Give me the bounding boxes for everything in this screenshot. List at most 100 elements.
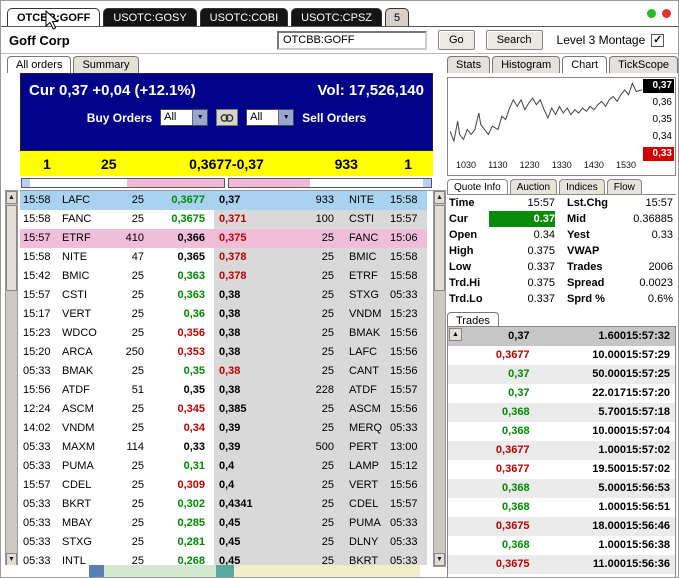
buy-orders-filter[interactable]: All ▼: [160, 109, 209, 126]
order-row[interactable]: 05:33 BMAK 25 0,35 0,38 25 CANT 15:56: [20, 362, 433, 381]
tab-tickscope[interactable]: TickScope: [609, 56, 678, 73]
order-row[interactable]: 15:58 FANC 25 0,3675 0,371 100 CSTI 15:57: [20, 210, 433, 229]
bid-size: 25: [131, 403, 144, 415]
order-row[interactable]: 15:20 ARCA 250 0,353 0,38 25 LAFC 15:56: [20, 343, 433, 362]
ask-count: 1: [404, 155, 413, 172]
symbol-tab-usotc-gosy[interactable]: USOTC:GOSY: [103, 8, 197, 26]
trade-time: 15:57:02: [625, 463, 670, 475]
order-row[interactable]: 15:57 CSTI 25 0,363 0,38 25 STXG 05:33: [20, 286, 433, 305]
scroll-down-icon[interactable]: ▼: [434, 553, 445, 566]
level1-bar: 1 25 0,3677-0,37 933 1: [20, 151, 433, 176]
scrollbar-thumb[interactable]: [434, 205, 445, 291]
bid-mm: FANC: [62, 213, 92, 225]
trades-scroll-up-icon[interactable]: ▲: [449, 328, 462, 341]
order-row[interactable]: 05:33 BKRT 25 0,302 0,4341 25 CDEL 15:57: [20, 495, 433, 514]
order-book: 15:58 LAFC 25 0,3677 0,37 933 NITE 15:58 15:58 FA…: [20, 190, 433, 567]
y-tick-label: 0,34: [652, 131, 672, 142]
scroll-up-icon[interactable]: ▲: [6, 191, 17, 204]
tab-chart[interactable]: Chart: [562, 56, 608, 73]
left-panel-tabs: All orders Summary: [7, 56, 139, 73]
chevron-down-icon[interactable]: ▼: [278, 110, 294, 125]
bid-ask-range: 0,3677-0,37: [189, 155, 264, 172]
trade-row[interactable]: 0,3677 1.000 15:57:02: [448, 441, 675, 460]
quote-value: 0.337: [527, 261, 555, 273]
symbol-tab-usotc-cpsz[interactable]: USOTC:CPSZ: [291, 8, 383, 26]
trade-time: 15:57:02: [625, 444, 670, 456]
search-button[interactable]: Search: [485, 30, 543, 50]
trade-row[interactable]: 0,3675 18.000 15:56:46: [448, 517, 675, 536]
ask-mm: CSTI: [340, 210, 386, 229]
tab-histogram[interactable]: Histogram: [492, 56, 561, 73]
order-row[interactable]: 14:02 VNDM 25 0,34 0,39 25 MERQ 05:33: [20, 419, 433, 438]
bid-time: 12:24: [23, 403, 51, 415]
symbol-input[interactable]: [277, 30, 427, 50]
trade-row[interactable]: 0,3675 11.000 15:56:36: [448, 555, 675, 574]
ask-price: 0,4: [214, 457, 268, 476]
trade-row[interactable]: 0,368 5.700 15:57:18: [448, 403, 675, 422]
title-tab-bar: OTCBB:GOFFUSOTC:GOSYUSOTC:COBIUSOTC:CPSZ…: [1, 1, 678, 26]
symbol-tab-usotc-cobi[interactable]: USOTC:COBI: [199, 8, 289, 26]
order-row[interactable]: 12:24 ASCM 25 0,345 0,385 25 ASCM 15:56: [20, 400, 433, 419]
trade-row[interactable]: 0,37 22.017 15:57:20: [448, 384, 675, 403]
trade-row[interactable]: 0,3677 10.000 15:57:29: [448, 346, 675, 365]
order-row[interactable]: 15:42 BMIC 25 0,363 0,378 25 ETRF 15:58: [20, 267, 433, 286]
trade-row[interactable]: 0,368 1.000 15:56:38: [448, 536, 675, 555]
order-row[interactable]: 15:58 NITE 47 0,365 0,378 25 BMIC 15:58: [20, 248, 433, 267]
order-row[interactable]: 15:17 VERT 25 0,36 0,38 25 VNDM 15:23: [20, 305, 433, 324]
quote-key: Low: [449, 261, 471, 273]
trade-row[interactable]: 0,37 1.600 15:57:32: [448, 327, 675, 346]
quote-row: Trd.Hi 0.375 Spread 0.0023: [447, 275, 676, 291]
bid-price: 0,35: [183, 365, 205, 377]
tab-stats[interactable]: Stats: [447, 56, 491, 73]
bid-price: 0,34: [183, 422, 205, 434]
order-row[interactable]: 15:56 ATDF 51 0,35 0,38 228 ATDF 15:57: [20, 381, 433, 400]
bid-price: 0,3675: [171, 213, 205, 225]
tab-indices[interactable]: Indices: [559, 179, 605, 195]
scrollbar-thumb[interactable]: [6, 205, 17, 291]
y-tick-label: 0,33: [643, 147, 674, 161]
sell-orders-filter[interactable]: All ▼: [246, 109, 295, 126]
quote-key: Time: [449, 197, 475, 209]
bid-time: 14:02: [23, 422, 51, 434]
bid-time: 15:17: [23, 308, 51, 320]
ask-time: 15:12: [386, 457, 427, 476]
quote-value: 0.6%: [647, 293, 673, 305]
level3-montage-checkbox[interactable]: ✓: [651, 33, 665, 47]
tab-quote-info[interactable]: Quote Info: [447, 179, 508, 195]
quote-value: 15:57: [645, 197, 673, 209]
trade-row[interactable]: 0,37 50.000 15:57:25: [448, 365, 675, 384]
symbol-tab-5[interactable]: 5: [385, 8, 410, 26]
bid-mm: VERT: [62, 308, 92, 320]
order-row[interactable]: 05:33 MBAY 25 0,285 0,45 25 PUMA 05:33: [20, 514, 433, 533]
orderbook-left-scrollbar[interactable]: ▲ ▼: [5, 190, 18, 567]
orderbook-right-scrollbar[interactable]: ▲ ▼: [433, 190, 446, 567]
ask-price: 0,38: [214, 305, 268, 324]
gauge-segment: [422, 179, 431, 187]
order-row[interactable]: 05:33 MAXM 114 0,33 0,39 500 PERT 13:00: [20, 438, 433, 457]
tab-all-orders[interactable]: All orders: [7, 56, 72, 73]
trade-row[interactable]: 0,368 5.000 15:56:53: [448, 479, 675, 498]
order-row[interactable]: 15:58 LAFC 25 0,3677 0,37 933 NITE 15:58: [20, 191, 433, 210]
chevron-down-icon[interactable]: ▼: [192, 110, 208, 125]
tab-auction[interactable]: Auction: [509, 179, 558, 195]
scroll-up-icon[interactable]: ▲: [434, 191, 445, 204]
order-row[interactable]: 15:57 ETRF 410 0,366 0,375 25 FANC 15:06: [20, 229, 433, 248]
trade-size: 10.000: [592, 349, 626, 361]
scrollbar-track[interactable]: [6, 291, 17, 553]
trade-time: 15:56:38: [625, 539, 670, 551]
tab-flow[interactable]: Flow: [606, 179, 642, 195]
go-button[interactable]: Go: [438, 30, 475, 50]
link-sides-button[interactable]: [216, 109, 239, 126]
trade-row[interactable]: 0,368 1.000 15:56:51: [448, 498, 675, 517]
order-row[interactable]: 15:57 CDEL 25 0,309 0,4 25 VERT 15:56: [20, 476, 433, 495]
bid-time: 15:57: [23, 479, 51, 491]
order-row[interactable]: 05:33 STXG 25 0,281 0,45 25 DLNY 05:33: [20, 533, 433, 552]
quote-key: High: [449, 245, 474, 257]
trade-row[interactable]: 0,3677 19.500 15:57:02: [448, 460, 675, 479]
trade-row[interactable]: 0,368 10.000 15:57:04: [448, 422, 675, 441]
tab-summary[interactable]: Summary: [73, 56, 139, 73]
bid-size: 25: [131, 422, 144, 434]
order-row[interactable]: 15:23 WDCO 25 0,356 0,38 25 BMAK 15:56: [20, 324, 433, 343]
order-row[interactable]: 05:33 PUMA 25 0,31 0,4 25 LAMP 15:12: [20, 457, 433, 476]
scrollbar-track[interactable]: [434, 291, 445, 553]
